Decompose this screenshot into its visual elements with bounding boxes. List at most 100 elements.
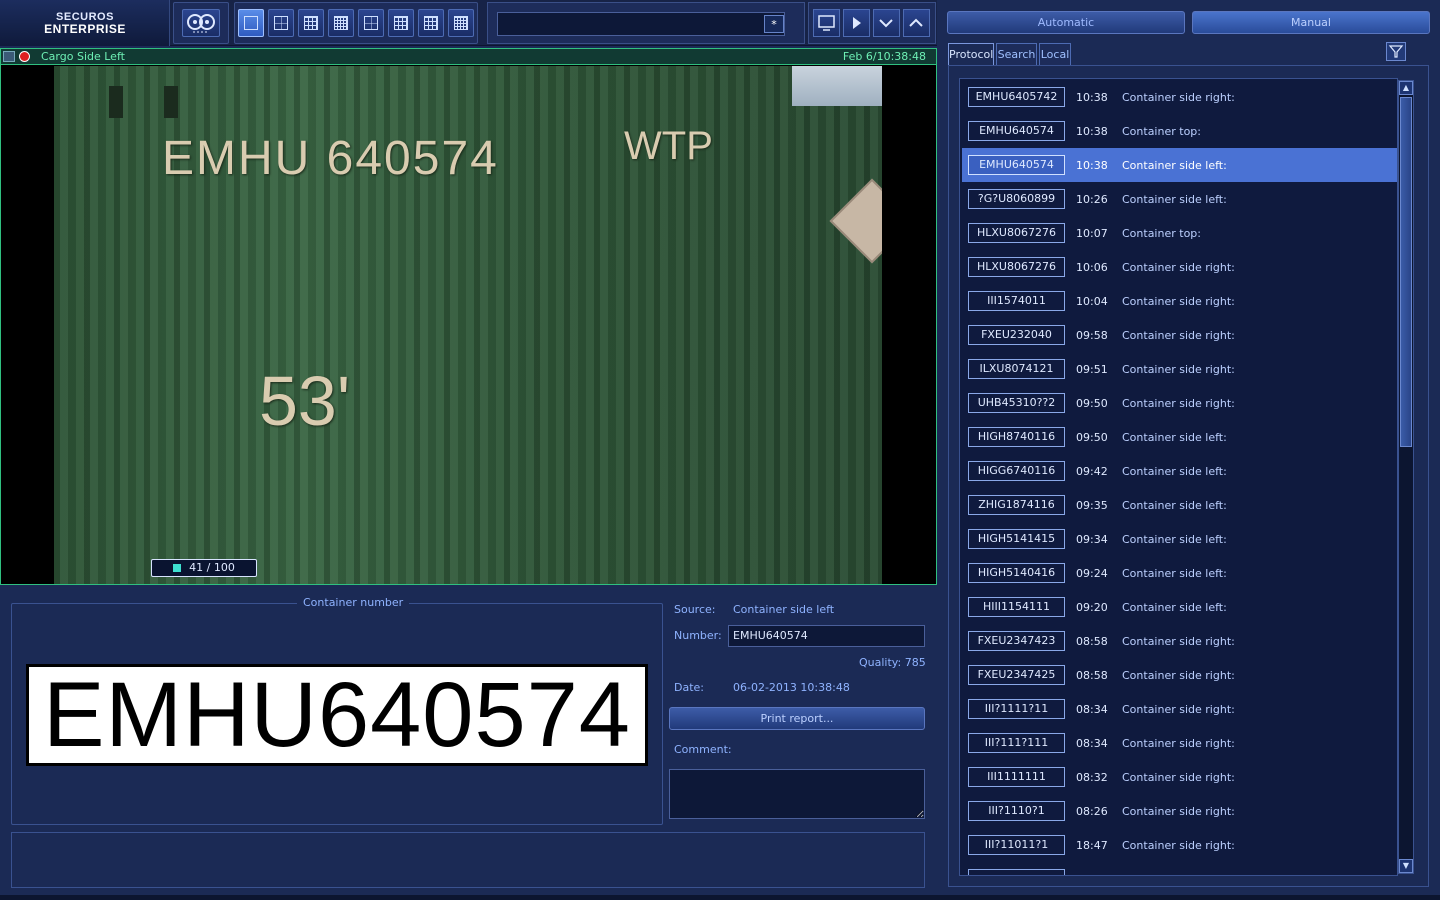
list-item[interactable]: III?1111?11 08:34 Container side right: xyxy=(962,692,1397,726)
list-item[interactable]: HLXU8067276 10:06 Container side right: xyxy=(962,250,1397,284)
container-number-cell: III?1111?11 xyxy=(968,699,1065,719)
list-item[interactable]: HIGH8740116 09:50 Container side left: xyxy=(962,420,1397,454)
container-number-cell: ILXU8074121 xyxy=(968,359,1065,379)
layout-custom-icon xyxy=(424,16,438,30)
filter-button[interactable] xyxy=(1386,42,1406,61)
source-cell: Container side left: xyxy=(1122,465,1227,478)
container-number-cell: III1574011 xyxy=(968,291,1065,311)
container-number-cell: EMHU640574 xyxy=(968,121,1065,141)
source-cell: Container side right: xyxy=(1122,295,1235,308)
search-star-button[interactable]: * xyxy=(764,15,784,33)
comment-input[interactable] xyxy=(669,769,925,819)
tab-protocol[interactable]: Protocol xyxy=(948,43,994,65)
camera-title: Cargo Side Left xyxy=(41,50,125,63)
logo-line2: ENTERPRISE xyxy=(44,22,126,36)
list-item[interactable]: ZHIG1874116 09:35 Container side left: xyxy=(962,488,1397,522)
list-item[interactable]: ?G?U8060899 10:26 Container side left: xyxy=(962,182,1397,216)
list-item[interactable]: EMHU6405742 10:38 Container side right: xyxy=(962,80,1397,114)
list-item[interactable]: III1111111 08:32 Container side right: xyxy=(962,760,1397,794)
source-cell: Container side left: xyxy=(1122,193,1227,206)
container-number-cell: ?G?U8060899 xyxy=(968,189,1065,209)
list-item-partial xyxy=(962,862,1397,875)
monitor-select-button[interactable] xyxy=(813,9,840,37)
layout-sixteen-icon xyxy=(334,16,348,30)
source-cell: Container side left: xyxy=(1122,499,1227,512)
time-cell: 09:58 xyxy=(1076,329,1108,342)
container-number-cell xyxy=(968,869,1065,875)
status-panel xyxy=(11,832,925,888)
protocol-list[interactable]: EMHU6405742 10:38 Container side right: EMH… xyxy=(959,78,1398,876)
scroll-up-button[interactable] xyxy=(903,9,930,37)
container-painted-size: 53' xyxy=(259,362,351,440)
container-number-legend: Container number xyxy=(297,596,410,609)
archive-group xyxy=(173,2,229,44)
layout-2x2-button[interactable] xyxy=(268,9,294,37)
manual-mode-button[interactable]: Manual xyxy=(1192,11,1430,34)
list-item[interactable]: ILXU8074121 09:51 Container side right: xyxy=(962,352,1397,386)
camera-search-input[interactable] xyxy=(497,12,785,36)
date-label: Date: xyxy=(674,681,704,694)
top-toolbar: SECUROS ENTERPRISE * xyxy=(0,0,937,46)
container-number-cell: HIII1154111 xyxy=(968,597,1065,617)
camera-info-icon[interactable] xyxy=(3,51,15,62)
scroll-thumb[interactable] xyxy=(1400,97,1412,447)
source-cell: Container side left: xyxy=(1122,159,1227,172)
layout-1plus5-button[interactable] xyxy=(358,9,384,37)
time-cell: 10:26 xyxy=(1076,193,1108,206)
protocol-scrollbar[interactable]: ▲ ▼ xyxy=(1398,80,1414,874)
time-cell: 09:51 xyxy=(1076,363,1108,376)
source-cell: Container side right: xyxy=(1122,703,1235,716)
print-report-button[interactable]: Print report... xyxy=(669,707,925,730)
play-right-icon xyxy=(853,17,861,29)
frame-counter: 41 / 100 xyxy=(151,559,257,577)
scroll-down-arrow[interactable]: ▼ xyxy=(1399,859,1413,873)
time-cell: 10:07 xyxy=(1076,227,1108,240)
layout-custom-button[interactable] xyxy=(418,9,444,37)
time-cell: 09:42 xyxy=(1076,465,1108,478)
container-number-cell: HIGH8740116 xyxy=(968,427,1065,447)
automatic-mode-button[interactable]: Automatic xyxy=(947,11,1185,34)
list-item[interactable]: EMHU640574 10:38 Container side left: xyxy=(962,148,1397,182)
source-cell: Container side right: xyxy=(1122,91,1235,104)
scroll-down-button[interactable] xyxy=(873,9,900,37)
tab-local[interactable]: Local xyxy=(1039,43,1071,65)
list-item[interactable]: HIII1154111 09:20 Container side left: xyxy=(962,590,1397,624)
archive-player-button[interactable] xyxy=(182,9,220,37)
list-item[interactable]: III1574011 10:04 Container side right: xyxy=(962,284,1397,318)
layout-4x4-button[interactable] xyxy=(328,9,354,37)
layout-one-plus-five-icon xyxy=(364,16,378,30)
list-item[interactable]: HIGH5141415 09:34 Container side left: xyxy=(962,522,1397,556)
container-latch xyxy=(109,86,123,118)
container-number-cell: HIGH5141415 xyxy=(968,529,1065,549)
list-item[interactable]: III?1110?1 08:26 Container side right: xyxy=(962,794,1397,828)
list-item[interactable]: FXEU232040 09:58 Container side right: xyxy=(962,318,1397,352)
time-cell: 10:04 xyxy=(1076,295,1108,308)
source-cell: Container side right: xyxy=(1122,839,1235,852)
time-cell: 08:34 xyxy=(1076,737,1108,750)
list-item[interactable]: III?111?111 08:34 Container side right: xyxy=(962,726,1397,760)
scroll-up-arrow[interactable]: ▲ xyxy=(1399,81,1413,95)
source-cell: Container top: xyxy=(1122,227,1201,240)
container-painted-code: WTP xyxy=(624,124,713,168)
list-item[interactable]: III?11011?1 18:47 Container side right: xyxy=(962,828,1397,862)
list-item[interactable]: FXEU2347423 08:58 Container side right: xyxy=(962,624,1397,658)
tab-search[interactable]: Search xyxy=(996,43,1037,65)
list-item[interactable]: HIGH5140416 09:24 Container side left: xyxy=(962,556,1397,590)
layout-3x3-button[interactable] xyxy=(298,9,324,37)
list-item[interactable]: EMHU640574 10:38 Container top: xyxy=(962,114,1397,148)
list-item[interactable]: HLXU8067276 10:07 Container top: xyxy=(962,216,1397,250)
layout-1x1-button[interactable] xyxy=(238,9,264,37)
layout-1plus7-button[interactable] xyxy=(388,9,414,37)
list-item[interactable]: HIGG6740116 09:42 Container side left: xyxy=(962,454,1397,488)
number-field[interactable]: EMHU640574 xyxy=(728,625,925,647)
container-number-cell: HLXU8067276 xyxy=(968,257,1065,277)
time-cell: 09:34 xyxy=(1076,533,1108,546)
layout-grid-button[interactable] xyxy=(448,9,474,37)
list-item[interactable]: FXEU2347425 08:58 Container side right: xyxy=(962,658,1397,692)
container-number-panel: Container number EMHU640574 xyxy=(11,596,663,825)
list-item[interactable]: UHB45310??2 09:50 Container side right: xyxy=(962,386,1397,420)
video-viewport[interactable]: Cargo Side Left Feb 6/10:38:48 EMHU 6405… xyxy=(0,48,937,585)
securos-logo: SECUROS ENTERPRISE xyxy=(0,0,170,46)
container-number-cell: III1111111 xyxy=(968,767,1065,787)
next-button[interactable] xyxy=(843,9,870,37)
